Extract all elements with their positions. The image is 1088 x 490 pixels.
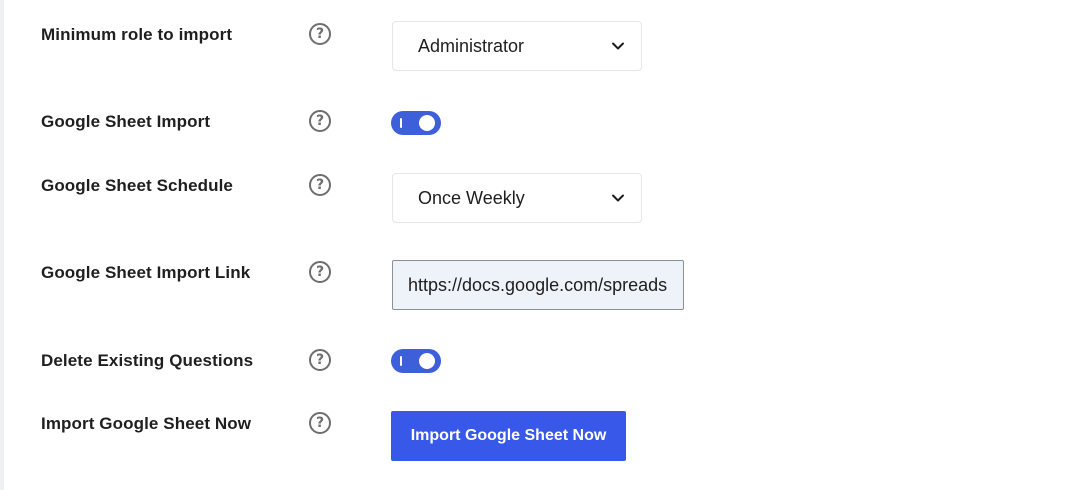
schedule-select[interactable]: Once Weekly (392, 173, 642, 223)
setting-label: Delete Existing Questions (41, 351, 254, 370)
delete-existing-toggle[interactable] (391, 349, 441, 373)
select-value: Administrator (418, 35, 525, 56)
help-icon[interactable]: ? (309, 349, 331, 371)
chevron-down-icon (612, 194, 624, 202)
import-link-input[interactable] (392, 260, 684, 310)
toggle-on-indicator (400, 118, 402, 128)
help-icon[interactable]: ? (309, 261, 331, 283)
import-now-button[interactable]: Import Google Sheet Now (391, 411, 626, 461)
google-sheet-import-toggle[interactable] (391, 111, 441, 135)
help-icon[interactable]: ? (309, 412, 331, 434)
setting-label: Google Sheet Import Link (41, 263, 251, 282)
setting-label: Google Sheet Import (41, 112, 211, 131)
minimum-role-select[interactable]: Administrator (392, 21, 642, 71)
left-border (0, 0, 4, 490)
help-icon[interactable]: ? (309, 110, 331, 132)
setting-label: Google Sheet Schedule (41, 176, 233, 195)
help-icon[interactable]: ? (309, 174, 331, 196)
chevron-down-icon (612, 42, 624, 50)
toggle-knob (419, 115, 435, 131)
toggle-knob (419, 353, 435, 369)
setting-label: Minimum role to import (41, 25, 233, 44)
help-icon[interactable]: ? (309, 23, 331, 45)
select-value: Once Weekly (418, 187, 525, 208)
setting-label: Import Google Sheet Now (41, 414, 252, 433)
toggle-on-indicator (400, 356, 402, 366)
